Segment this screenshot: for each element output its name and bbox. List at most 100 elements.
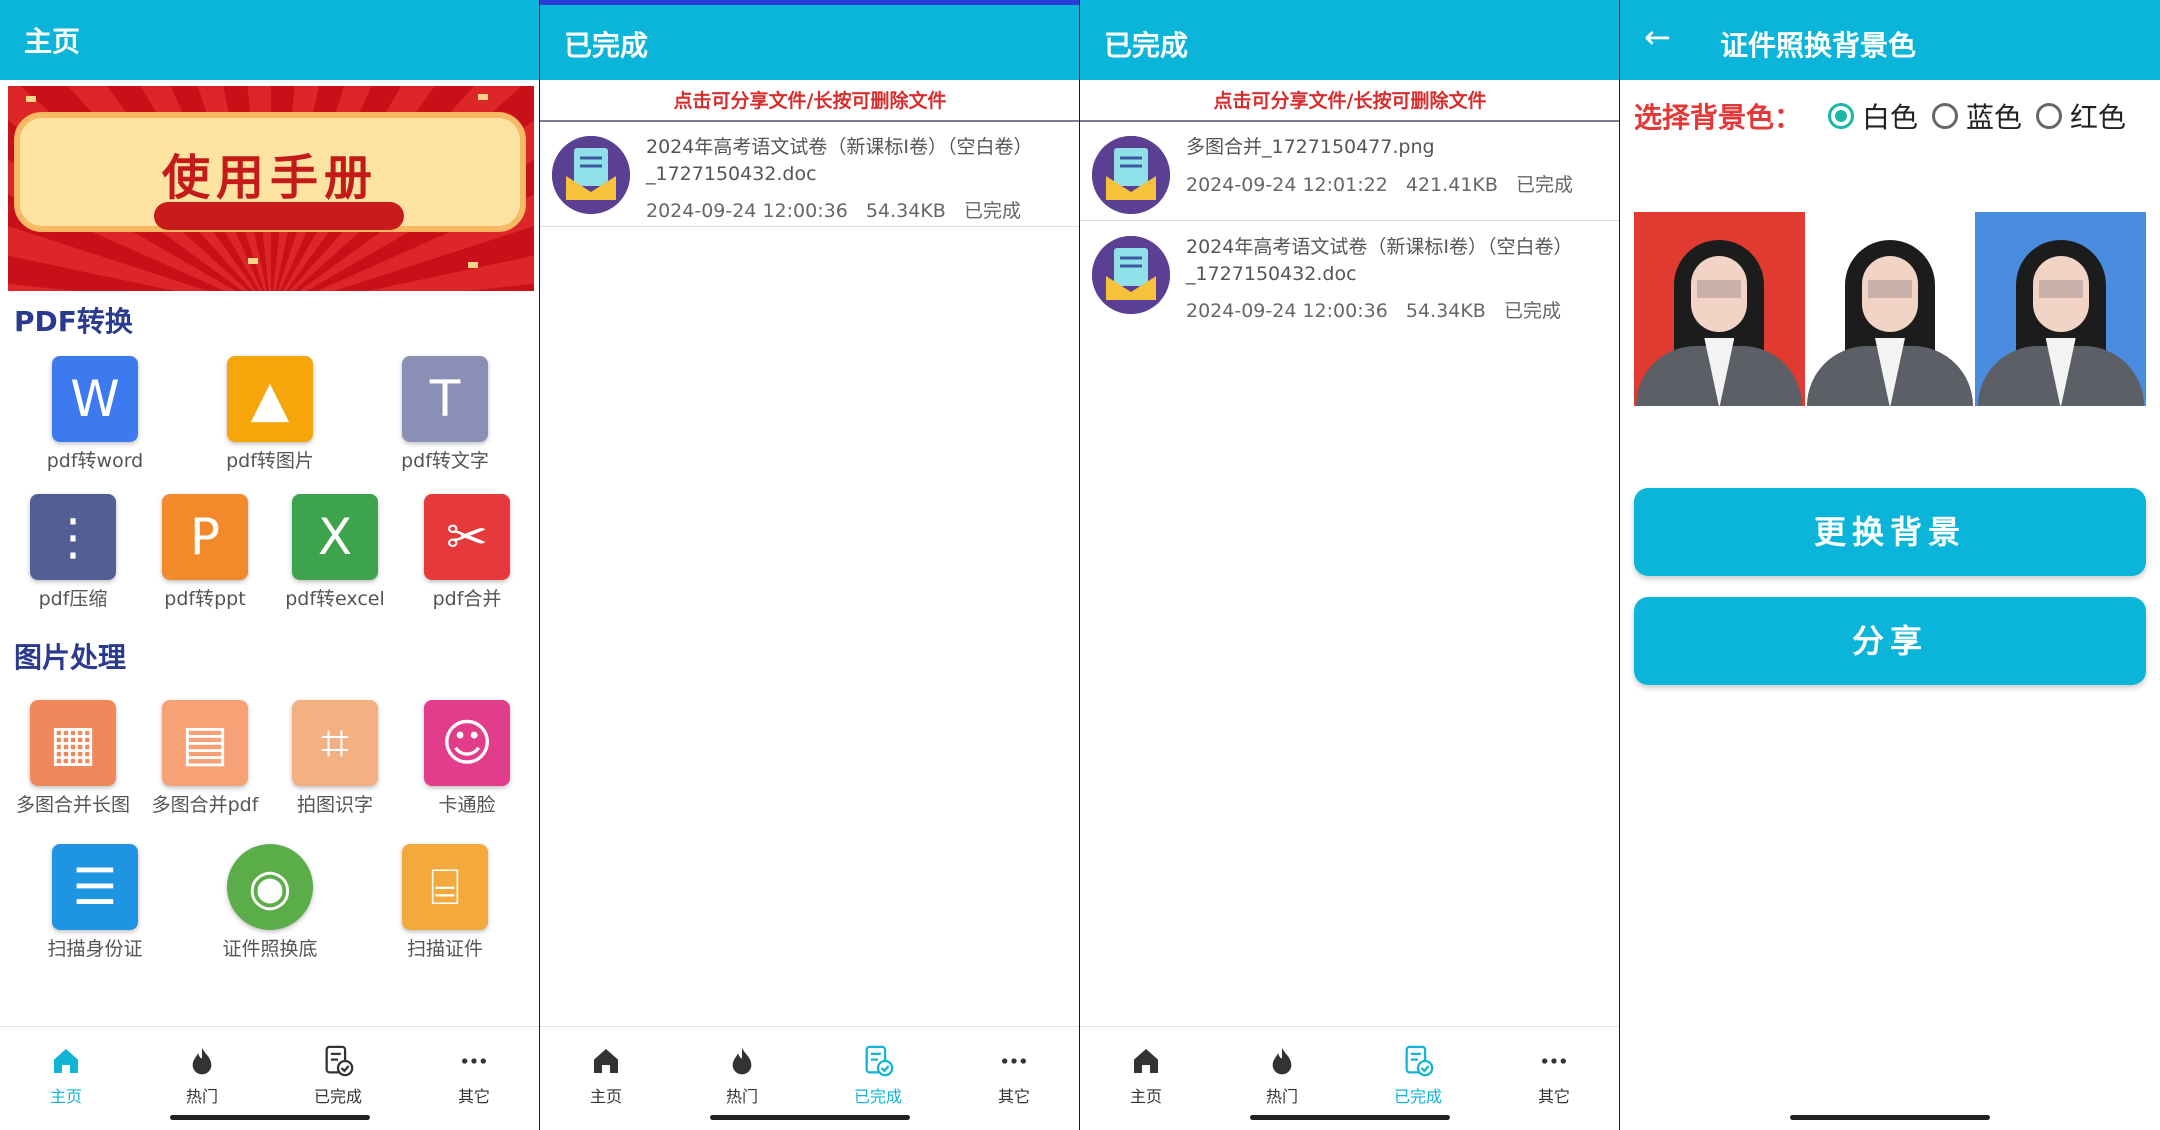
- radio-blue[interactable]: [1932, 103, 1959, 129]
- document-mail-icon: [1092, 236, 1170, 314]
- id-photo-red: [1634, 212, 1805, 406]
- tool-pdf-5[interactable]: Xpdf转excel: [270, 494, 400, 611]
- radio-white[interactable]: [1828, 103, 1855, 129]
- nav-done[interactable]: 已完成: [1368, 1041, 1468, 1107]
- tool-pdf-2[interactable]: Tpdf转文字: [380, 356, 510, 473]
- file-meta: 2024-09-24 12:00:36 54.34KB 已完成: [646, 196, 1021, 223]
- banner-title: 使用手册: [161, 150, 378, 206]
- home-indicator: [1790, 1115, 1990, 1120]
- tool-pdf-0[interactable]: Wpdf转word: [30, 356, 160, 473]
- confetti-decor: [248, 258, 258, 264]
- nav-hot[interactable]: 热门: [152, 1041, 252, 1107]
- file-size: 54.34KB: [1405, 300, 1486, 322]
- hint-divider: [540, 120, 1080, 122]
- nav-other[interactable]: 其它: [1504, 1041, 1604, 1107]
- nav-other-label: 其它: [457, 1087, 490, 1106]
- more-dots-icon: [1542, 1058, 1566, 1064]
- file-name: 2024年高考语文试卷（新课标Ⅰ卷）（空白卷）_1727150432.doc: [1186, 236, 1573, 285]
- tool-img-1[interactable]: ▤ 多图合并pdf: [140, 700, 270, 817]
- change-background-button[interactable]: 更换背景: [1634, 488, 2146, 576]
- nav-done[interactable]: 已完成: [828, 1041, 928, 1107]
- tool-icon: ⌗: [292, 700, 378, 786]
- nav-home[interactable]: 主页: [556, 1041, 656, 1107]
- file-time: 2024-09-24 12:01:22: [1186, 174, 1388, 196]
- radio-red-label[interactable]: 红色: [2070, 96, 2126, 136]
- top-app-bar: 已完成: [540, 0, 1080, 80]
- tool-icon: P: [162, 494, 248, 580]
- image-section-title: 图片处理: [14, 641, 127, 674]
- flame-icon: [1272, 1047, 1292, 1075]
- banner-card: 使用手册: [14, 112, 526, 232]
- tool-icon: X: [292, 494, 378, 580]
- tool-pdf-1[interactable]: ▲ pdf转图片: [205, 356, 335, 473]
- radio-white-label[interactable]: 白色: [1862, 96, 1918, 136]
- choose-label: 选择背景色：: [1634, 101, 1803, 134]
- file-time: 2024-09-24 12:00:36: [646, 200, 848, 222]
- id-photo-white: [1804, 212, 1976, 406]
- bottom-navigation: 主页 热门 已完成 其它: [1080, 1026, 1620, 1130]
- hint-divider: [1080, 120, 1620, 122]
- tool-label: 多图合并pdf: [151, 794, 259, 816]
- tool-pdf-6[interactable]: ✂ pdf合并: [402, 494, 532, 611]
- tool-label: pdf转ppt: [164, 588, 246, 610]
- tool-icon: ⋮: [30, 494, 116, 580]
- confetti-decor: [468, 262, 478, 268]
- radio-blue-label[interactable]: 蓝色: [1966, 96, 2022, 136]
- tool-icon: ☺: [424, 700, 510, 786]
- hint-text: 点击可分享文件/长按可删除文件: [673, 90, 947, 112]
- nav-done[interactable]: 已完成: [288, 1041, 388, 1107]
- tool-icon: T: [402, 356, 488, 442]
- more-dots-icon: [1002, 1058, 1026, 1064]
- tool-label: 多图合并长图: [15, 794, 130, 816]
- top-app-bar: ← 证件照换背景色: [1620, 0, 2160, 80]
- back-arrow-icon[interactable]: ←: [1644, 18, 1671, 56]
- nav-hot[interactable]: 热门: [692, 1041, 792, 1107]
- tool-img-0[interactable]: ▦ 多图合并长图: [8, 700, 138, 817]
- tool-img-6[interactable]: ⌸ 扫描证件: [380, 844, 510, 961]
- radio-red[interactable]: [2036, 103, 2063, 129]
- done-screen-a: 已完成 点击可分享文件/长按可删除文件 2024年高考语文试卷（新课标Ⅰ卷）（空…: [540, 0, 1080, 1130]
- nav-home[interactable]: 主页: [1096, 1041, 1196, 1107]
- file-size: 421.41KB: [1405, 174, 1498, 196]
- tool-img-2[interactable]: ⌗ 拍图识字: [270, 700, 400, 817]
- tool-pdf-4[interactable]: Ppdf转ppt: [140, 494, 270, 611]
- page-title: 已完成: [564, 29, 649, 62]
- tool-icon: ▤: [162, 700, 248, 786]
- nav-home[interactable]: 主页: [16, 1041, 116, 1107]
- banner-pill: [154, 202, 404, 230]
- file-meta: 2024-09-24 12:00:36 54.34KB 已完成: [1186, 296, 1561, 323]
- nav-other-label: 其它: [997, 1087, 1030, 1106]
- nav-other[interactable]: 其它: [964, 1041, 1064, 1107]
- file-list-item[interactable]: 多图合并_1727150477.png 2024-09-24 12:01:22 …: [1080, 126, 1620, 226]
- top-app-bar: 已完成: [1080, 0, 1620, 80]
- user-manual-banner[interactable]: 使用手册: [8, 86, 534, 291]
- hint-text: 点击可分享文件/长按可删除文件: [1213, 90, 1487, 112]
- top-app-bar: 主页: [0, 0, 540, 80]
- tool-img-4[interactable]: ☰ 扫描身份证: [30, 844, 160, 961]
- tool-icon: ▲: [227, 356, 313, 442]
- file-list-item[interactable]: 2024年高考语文试卷（新课标Ⅰ卷）（空白卷）_1727150432.doc 2…: [540, 126, 1080, 226]
- nav-other[interactable]: 其它: [424, 1041, 524, 1107]
- nav-home-label: 主页: [589, 1087, 622, 1106]
- file-status: 已完成: [1503, 300, 1561, 322]
- share-button[interactable]: 分享: [1634, 597, 2146, 685]
- tool-img-5[interactable]: ◉ 证件照换底: [205, 844, 335, 961]
- file-name: 多图合并_1727150477.png: [1186, 136, 1435, 158]
- list-divider: [1080, 220, 1620, 221]
- flame-icon: [192, 1047, 212, 1075]
- file-list-item[interactable]: 2024年高考语文试卷（新课标Ⅰ卷）（空白卷）_1727150432.doc 2…: [1080, 226, 1620, 326]
- tool-label: pdf转excel: [285, 588, 385, 610]
- nav-done-label: 已完成: [853, 1087, 902, 1106]
- document-mail-icon: [552, 136, 630, 214]
- tool-img-3[interactable]: ☺ 卡通脸: [402, 700, 532, 817]
- done-screen-b: 已完成 点击可分享文件/长按可删除文件 多图合并_1727150477.png …: [1080, 0, 1620, 1130]
- tool-label: 扫描身份证: [47, 938, 143, 960]
- tool-label: 证件照换底: [222, 938, 318, 960]
- tool-pdf-3[interactable]: ⋮ pdf压缩: [8, 494, 138, 611]
- tool-label: pdf合并: [432, 588, 502, 610]
- file-status: 已完成: [1516, 174, 1574, 196]
- done-doc-icon: [865, 1045, 894, 1077]
- nav-hot[interactable]: 热门: [1232, 1041, 1332, 1107]
- tool-label: pdf转图片: [226, 450, 314, 472]
- done-doc-icon: [1405, 1045, 1434, 1077]
